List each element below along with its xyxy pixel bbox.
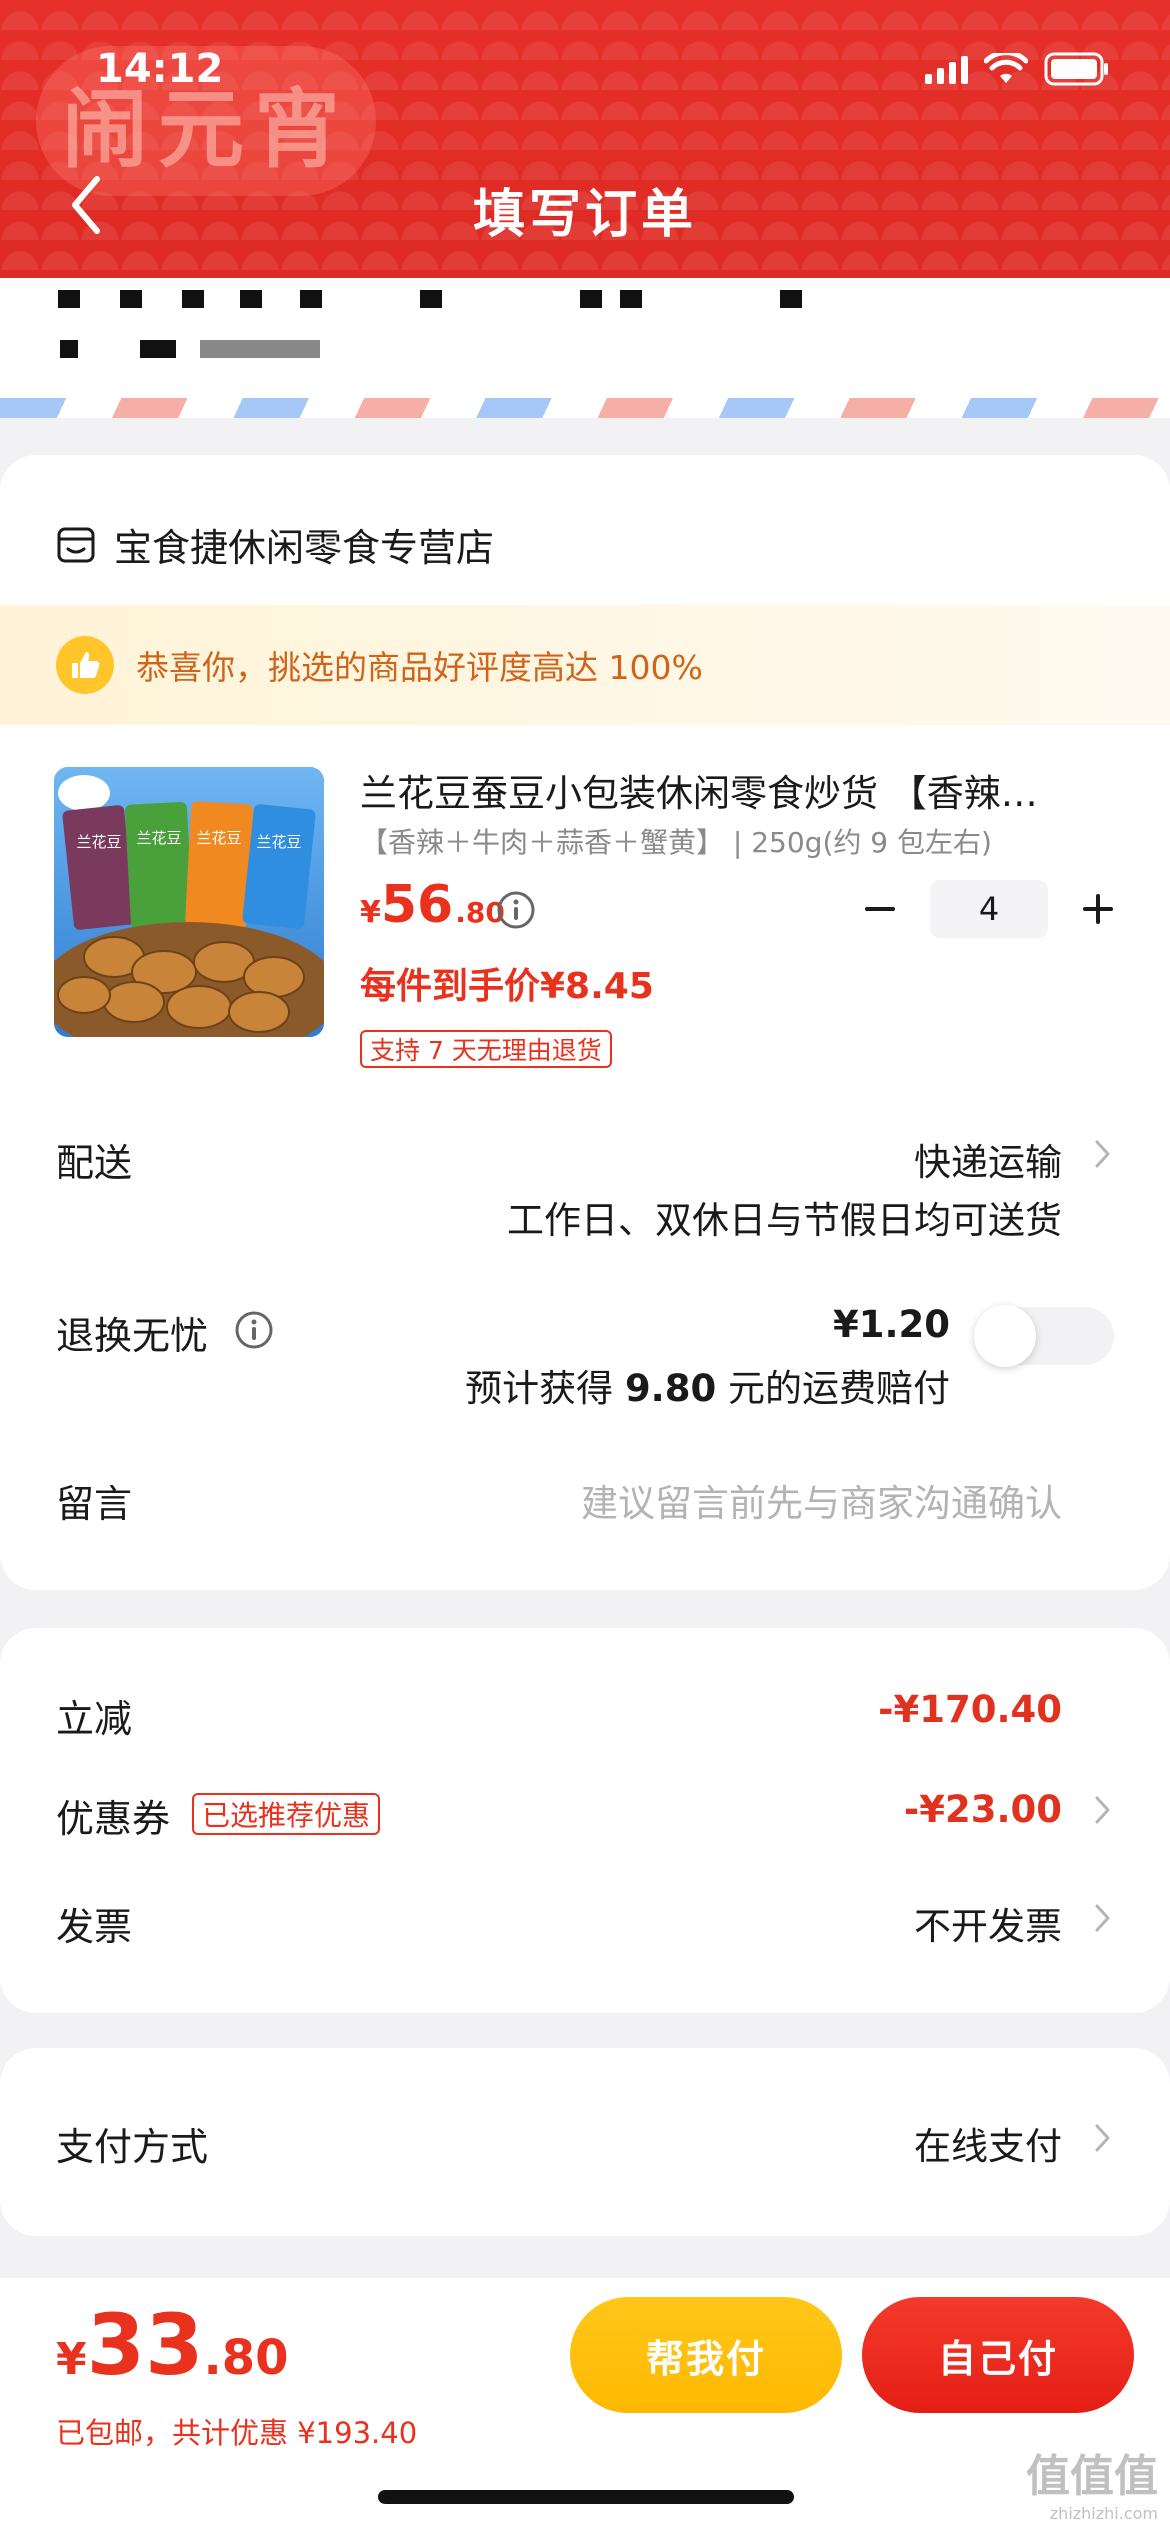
status-icons (925, 52, 1110, 86)
price-integer: 56 (380, 875, 454, 935)
redacted-block (58, 290, 80, 308)
store-name: 宝食捷休闲零食专营店 (114, 526, 495, 570)
return-worry-note-suffix: 元的运费赔付 (716, 1367, 950, 1410)
plus-icon (1083, 894, 1113, 924)
battery-icon (1044, 52, 1110, 86)
payment-method-value[interactable]: 在线支付 (914, 2116, 1062, 2170)
praise-banner: 恭喜你，挑选的商品好评度高达 100% (0, 605, 1170, 725)
total-note: 已包邮，共计优惠 ¥193.40 (56, 2416, 418, 2450)
return-worry-price: ¥1.20 (832, 1303, 950, 1346)
watermark-logo: 值值值 zhizhizhi.com (1026, 2440, 1158, 2523)
discount-card: 立减 -¥170.40 优惠券 已选推荐优惠 -¥23.00 发票 不开发票 (0, 1628, 1170, 2013)
return-worry-toggle[interactable] (974, 1305, 1114, 1367)
return-worry-label: 退换无忧 (56, 1314, 209, 1358)
header-bar: 闹元宵 14:12 填写订单 (0, 0, 1170, 278)
unit-price: 每件到手价¥8.45 (360, 966, 654, 1007)
increase-button[interactable] (1078, 889, 1118, 929)
quantity-stepper: 4 (860, 880, 1118, 938)
invoice-label[interactable]: 发票 (56, 1896, 132, 1951)
store-icon (57, 527, 95, 562)
return-worry-note: 预计获得 9.80 元的运费赔付 (465, 1358, 950, 1412)
total-decimal: .80 (203, 2330, 289, 2386)
redacted-block (580, 290, 602, 308)
store-row[interactable]: 宝食捷休闲零食专营店 (56, 517, 494, 572)
invoice-value[interactable]: 不开发票 (914, 1896, 1062, 1950)
order-total: ¥ 33 .80 (56, 2296, 289, 2394)
product-spec[interactable]: 【香辣＋牛肉＋蒜香＋蟹黄】 | 250g(约 9 包左右) (360, 821, 992, 861)
redacted-block (140, 340, 176, 358)
bag-label: 兰花豆 (76, 833, 121, 851)
payment-method-label: 支付方式 (56, 2125, 209, 2169)
status-time: 14:12 (96, 46, 224, 92)
delivery-method[interactable]: 快递运输 (914, 1132, 1062, 1186)
address-envelope-border (0, 398, 1170, 418)
info-icon[interactable] (234, 1310, 274, 1350)
redacted-block (240, 290, 262, 308)
return-worry-note-amount: 9.80 (624, 1367, 717, 1410)
thumbs-up-icon (56, 636, 114, 694)
bag-label: 兰花豆 (136, 829, 181, 847)
chevron-right-icon[interactable] (1092, 1901, 1114, 1935)
delivery-label: 配送 (56, 1141, 133, 1185)
redacted-block (182, 290, 204, 308)
redacted-block (120, 290, 142, 308)
decrease-button[interactable] (860, 889, 900, 929)
return-worry-note-prefix: 预计获得 (465, 1367, 625, 1410)
message-input[interactable]: 建议留言前先与商家沟通确认 (581, 1473, 1062, 1527)
product-image[interactable]: 兰花豆 兰花豆 兰花豆 兰花豆 (54, 767, 324, 1037)
instant-discount-value: -¥170.40 (878, 1688, 1062, 1731)
home-indicator[interactable] (378, 2490, 794, 2504)
chevron-right-icon[interactable] (1092, 2121, 1114, 2155)
quantity-value[interactable]: 4 (930, 880, 1048, 938)
help-pay-button[interactable]: 帮我付 (570, 2297, 842, 2413)
redacted-block (300, 290, 322, 308)
toggle-knob (974, 1305, 1036, 1367)
redacted-block (780, 290, 802, 308)
praise-text: 恭喜你，挑选的商品好评度高达 100% (136, 648, 703, 687)
cellular-signal-icon (925, 54, 968, 84)
bag-label: 兰花豆 (256, 833, 301, 851)
self-pay-button[interactable]: 自己付 (862, 2297, 1134, 2413)
coupon-recommended-tag: 已选推荐优惠 (192, 1793, 381, 1835)
redacted-block (60, 340, 78, 358)
coupon-value[interactable]: -¥23.00 (904, 1788, 1062, 1831)
page-title: 填写订单 (472, 185, 697, 245)
delivery-note: 工作日、双休日与节假日均可送货 (507, 1199, 1062, 1242)
redacted-block (200, 340, 320, 358)
watermark-text: 值值值 (1026, 2451, 1158, 2502)
total-integer: 33 (86, 2296, 204, 2394)
product-title[interactable]: 兰花豆蚕豆小包装休闲零食炒货 【香辣… (360, 763, 1100, 817)
minus-icon (865, 907, 895, 911)
redacted-block (420, 290, 442, 308)
wifi-icon (984, 53, 1028, 85)
instant-discount-label: 立减 (56, 1697, 133, 1741)
chevron-right-icon[interactable] (1092, 1793, 1114, 1827)
return-policy-badge: 支持 7 天无理由退货 (360, 1030, 612, 1068)
product-price: ¥ 56 .80 (360, 875, 505, 935)
info-icon[interactable] (496, 890, 536, 930)
total-currency: ¥ (56, 2334, 87, 2385)
order-item-card: 宝食捷休闲零食专营店 恭喜你，挑选的商品好评度高达 100% 兰花豆 兰花豆 兰… (0, 455, 1170, 1590)
bag-label: 兰花豆 (196, 829, 241, 847)
message-label: 留言 (56, 1482, 133, 1526)
redacted-block (620, 290, 642, 308)
price-currency: ¥ (360, 895, 381, 930)
watermark-url: zhizhizhi.com (1049, 2504, 1158, 2523)
payment-method-card[interactable]: 支付方式 在线支付 (0, 2048, 1170, 2236)
address-section[interactable] (0, 278, 1170, 418)
coupon-label[interactable]: 优惠券 (56, 1788, 170, 1843)
chevron-right-icon[interactable] (1092, 1137, 1114, 1171)
